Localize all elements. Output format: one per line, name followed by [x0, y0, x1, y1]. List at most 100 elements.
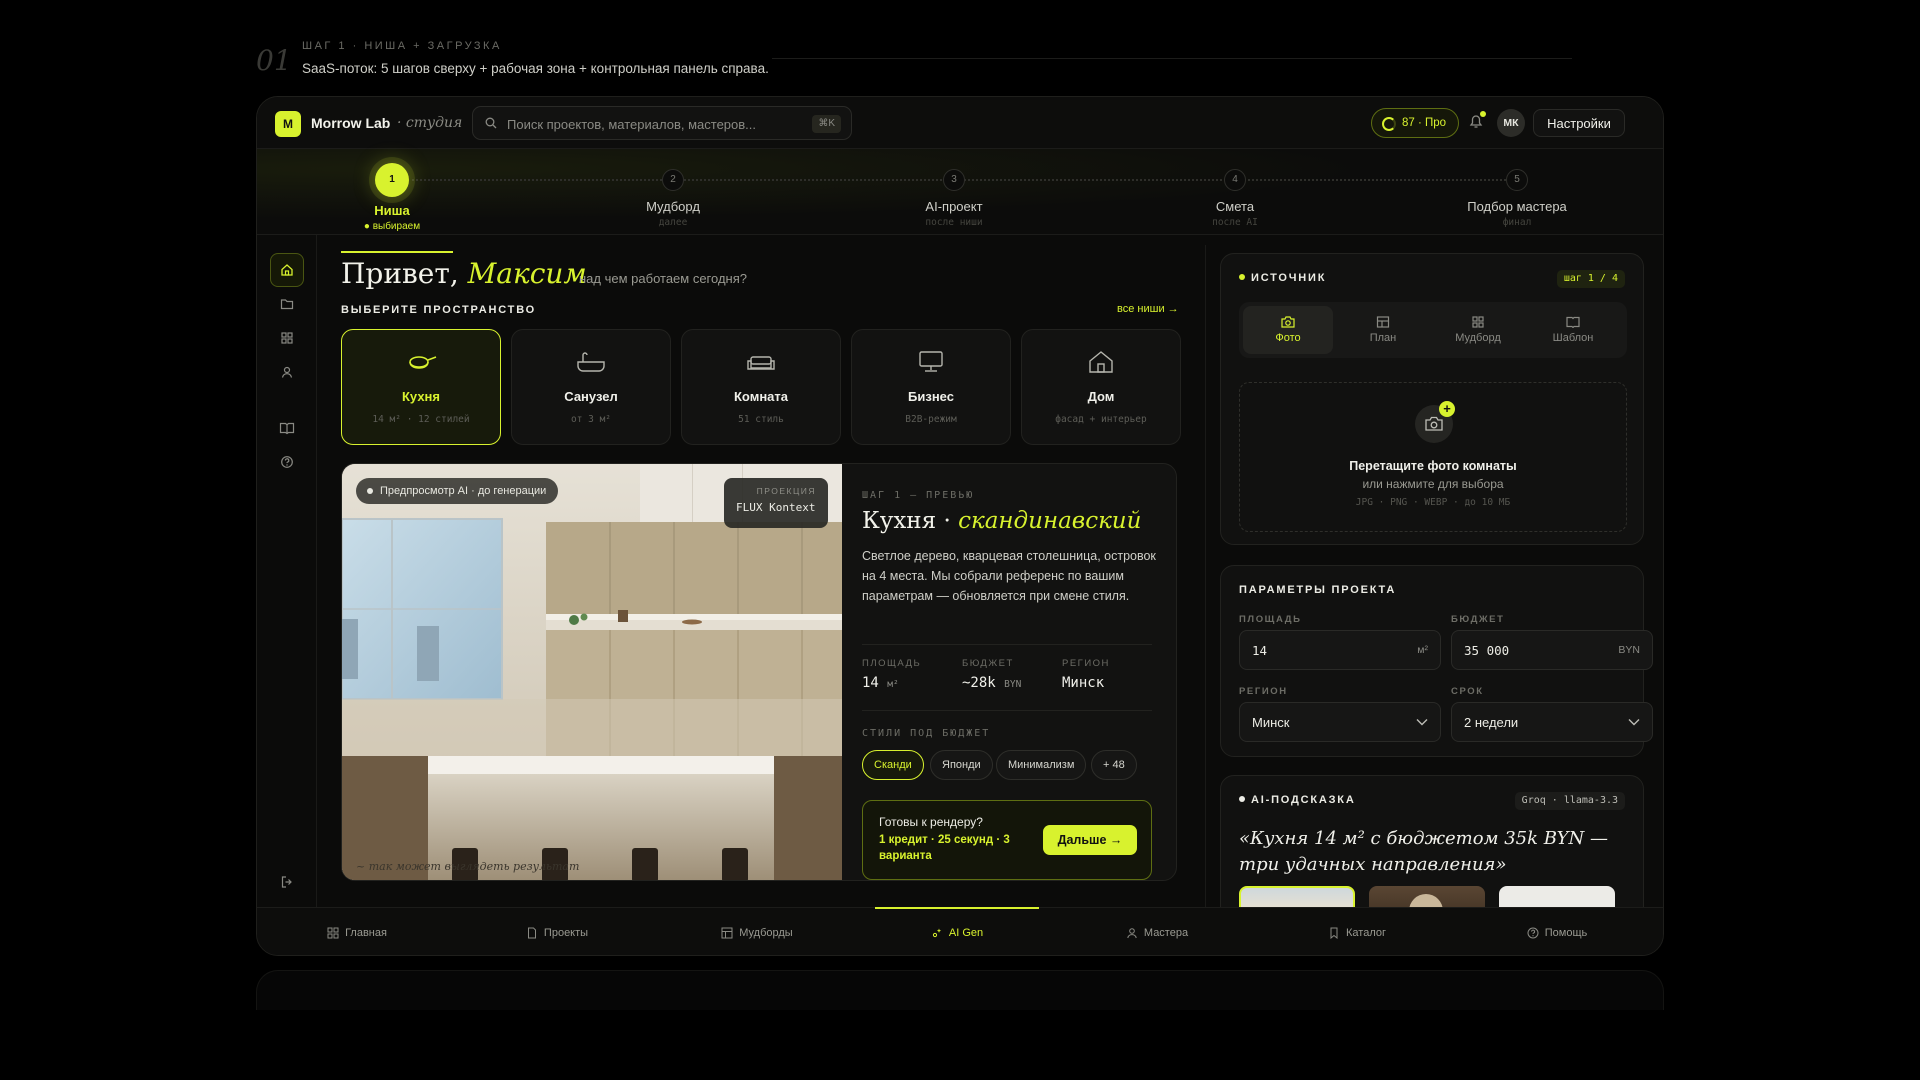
- arrow-right-icon: →: [1109, 833, 1123, 847]
- step-label: Мудборд: [646, 199, 700, 214]
- control-panel: ИСТОЧНИК шаг 1 / 4 Фото План Мудборд Шаб: [1205, 245, 1653, 935]
- niche-meta: B2B-режим: [905, 414, 957, 425]
- region-select[interactable]: Минск: [1239, 702, 1441, 742]
- step-ai-project[interactable]: 3 AI-проект после ниши: [864, 149, 1044, 228]
- tab-photo[interactable]: Фото: [1243, 306, 1333, 354]
- stat-label: РЕГИОН: [1062, 658, 1110, 669]
- sofa-icon: [747, 356, 775, 370]
- source-title: ИСТОЧНИК: [1239, 272, 1326, 284]
- step-estimate[interactable]: 4 Смета после AI: [1145, 149, 1325, 228]
- search-input[interactable]: [507, 114, 807, 134]
- folder-icon: [280, 299, 294, 310]
- tab-moodboard[interactable]: Мудборд: [1433, 306, 1523, 354]
- plus-icon: +: [1439, 401, 1455, 417]
- book-icon: [1566, 316, 1580, 328]
- logo[interactable]: M: [275, 111, 301, 137]
- file-icon: [527, 927, 536, 939]
- tab-template[interactable]: Шаблон: [1528, 306, 1618, 354]
- rail-moodboards[interactable]: [270, 321, 304, 355]
- grid-icon: [1472, 316, 1484, 328]
- niche-meta: 14 м² · 12 стилей: [372, 414, 470, 425]
- step-moodboard[interactable]: 2 Мудборд далее: [583, 149, 763, 228]
- hint-text: «Кухня 14 м² с бюджетом 35k BYN — три уд…: [1239, 828, 1609, 875]
- rail-catalog[interactable]: [270, 411, 304, 445]
- niche-house[interactable]: Дом фасад + интерьер: [1021, 329, 1181, 445]
- rail-masters[interactable]: [270, 355, 304, 389]
- notifications-button[interactable]: [1469, 111, 1486, 134]
- area-label: ПЛОЩАДЬ: [1239, 614, 1302, 625]
- step-master[interactable]: 5 Подбор мастера финал: [1427, 149, 1607, 228]
- niche-business[interactable]: Бизнес B2B-режим: [851, 329, 1011, 445]
- photo-dropzone[interactable]: + Перетащите фото комнаты или нажмите дл…: [1239, 382, 1627, 532]
- projection-label: ПРОЕКЦИЯ: [756, 486, 816, 496]
- projection-badge: ПРОЕКЦИЯ FLUX Kontext: [724, 478, 828, 528]
- term-value: 2 недели: [1464, 715, 1519, 730]
- rail-home[interactable]: [270, 253, 304, 287]
- nav-label: AI Gen: [948, 927, 984, 939]
- niche-kitchen[interactable]: Кухня 14 м² · 12 стилей: [341, 329, 501, 445]
- section-kicker: ШАГ 1 · НИША + ЗАГРУЗКА: [302, 40, 502, 52]
- step-status: далее: [658, 217, 688, 228]
- nav-projects[interactable]: Проекты: [457, 908, 657, 955]
- step-status: после AI: [1212, 217, 1258, 228]
- help-icon: [1527, 927, 1539, 939]
- model-badge: Groq · llama-3.3: [1514, 792, 1625, 810]
- section-number: 01: [256, 44, 292, 77]
- step-niche[interactable]: 1 Ниша ● выбираем: [302, 149, 482, 232]
- grid-icon: [281, 332, 293, 344]
- settings-button[interactable]: Настройки: [1533, 109, 1625, 137]
- all-niches-link[interactable]: все ниши →: [1117, 303, 1179, 315]
- rail-projects[interactable]: [270, 287, 304, 321]
- niche-name: Санузел: [564, 389, 618, 404]
- help-icon: [281, 456, 293, 468]
- camera-icon: [1425, 416, 1443, 431]
- dropzone-title: Перетащите фото комнаты: [1349, 459, 1517, 473]
- chevron-down-icon: [1628, 719, 1640, 726]
- style-chip-japandi[interactable]: Японди: [930, 750, 993, 780]
- tab-plan[interactable]: План: [1338, 306, 1428, 354]
- step-number: 1: [375, 163, 409, 197]
- nav-catalog[interactable]: Каталог: [1257, 908, 1457, 955]
- area-field[interactable]: 14 м²: [1239, 630, 1441, 670]
- style-chip-minimalism[interactable]: Минимализм: [996, 750, 1087, 780]
- tab-label: План: [1369, 332, 1397, 344]
- source-step-badge: шаг 1 / 4: [1556, 270, 1625, 288]
- search-box[interactable]: ⌘K: [472, 106, 852, 140]
- stat-value-row: 14 м²: [862, 675, 962, 691]
- next-button-label: Дальше: [1057, 833, 1107, 847]
- nav-ai-gen[interactable]: AI Gen: [857, 907, 1057, 955]
- area-value: 14: [1252, 643, 1268, 658]
- nav-moodboards[interactable]: Мудборды: [657, 908, 857, 955]
- niche-meta: фасад + интерьер: [1055, 414, 1147, 425]
- style-chip-more[interactable]: + 48: [1091, 750, 1137, 780]
- budget-field[interactable]: 35 000 BYN: [1451, 630, 1653, 670]
- greeting-subtitle: над чем работаем сегодня?: [579, 271, 747, 286]
- nav-home[interactable]: Главная: [257, 908, 457, 955]
- sparkle-icon: [932, 928, 942, 938]
- nav-masters[interactable]: Мастера: [1057, 908, 1257, 955]
- greeting-text: Привет,: [341, 257, 459, 290]
- stat-area: ПЛОЩАДЬ 14 м²: [862, 658, 962, 691]
- niche-bathroom[interactable]: Санузел от 3 м²: [511, 329, 671, 445]
- left-rail: [257, 235, 317, 915]
- bottom-nav: Главная Проекты Мудборды AI Gen Мастера …: [257, 907, 1663, 955]
- step-label: Ниша: [374, 203, 410, 218]
- budget-value: 35 000: [1464, 643, 1510, 658]
- rail-logout[interactable]: [270, 865, 304, 899]
- nav-help[interactable]: Помощь: [1457, 908, 1657, 955]
- rail-help[interactable]: [270, 445, 304, 479]
- nav-label: Помощь: [1544, 927, 1588, 939]
- niche-room[interactable]: Комната 51 стиль: [681, 329, 841, 445]
- budget-unit: BYN: [1618, 644, 1640, 656]
- preview-details: ШАГ 1 — ПРЕВЬЮ Кухня · скандинавский Све…: [862, 464, 1176, 880]
- term-select[interactable]: 2 недели: [1451, 702, 1653, 742]
- credits-badge[interactable]: 87 · Про: [1371, 108, 1459, 138]
- next-button[interactable]: Дальше →: [1043, 825, 1137, 855]
- upload-button[interactable]: +: [1415, 401, 1455, 443]
- style-chip-scandi[interactable]: Сканди: [862, 750, 924, 780]
- stat-budget: БЮДЖЕТ ~28k BYN: [962, 658, 1062, 691]
- nav-label: Мастера: [1143, 927, 1189, 939]
- search-shortcut: ⌘K: [812, 115, 841, 133]
- niche-name: Кухня: [402, 389, 440, 404]
- avatar[interactable]: МК: [1497, 109, 1525, 137]
